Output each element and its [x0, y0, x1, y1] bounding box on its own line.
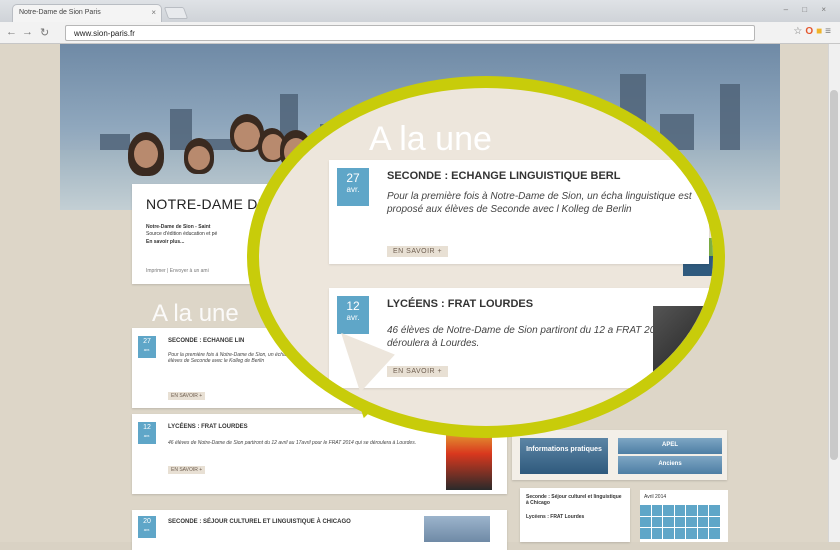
informations-pratiques-button[interactable]: Informations pratiques	[520, 438, 608, 474]
opera-icon[interactable]: O	[805, 26, 816, 37]
calendar-grid[interactable]	[640, 505, 720, 539]
side-news-item[interactable]: Lycéens : FRAT Lourdes	[526, 514, 624, 520]
print-share-links[interactable]: Imprimer | Envoyer à un ami	[146, 268, 209, 275]
news-more-button[interactable]: EN SAVOIR +	[168, 466, 206, 474]
news-title[interactable]: SECONDE : SÉJOUR CULTUREL ET LINGUISTIQU…	[168, 518, 408, 526]
lens-more-button[interactable]: EN SAVOIR +	[387, 246, 449, 257]
folder-icon[interactable]: ■	[816, 26, 825, 37]
lens-a-la-une-heading: A la une	[369, 120, 492, 158]
menu-icon[interactable]: ≡	[825, 26, 834, 37]
apel-button[interactable]: APEL	[618, 438, 722, 454]
news-date: 12 avr.	[138, 422, 156, 444]
anciens-button[interactable]: Anciens	[618, 456, 722, 474]
back-icon[interactable]: ←	[6, 26, 17, 38]
tab-bar: Notre-Dame de Sion Paris × – □ ×	[0, 0, 840, 22]
news-date: 27 avr.	[138, 336, 156, 358]
address-bar[interactable]: www.sion-paris.fr	[65, 25, 755, 41]
reload-icon[interactable]: ↻	[40, 26, 49, 39]
side-news-list: Seconde : Séjour culturel et linguistiqu…	[520, 488, 630, 542]
close-icon[interactable]: ×	[151, 8, 156, 17]
news-title[interactable]: LYCÉENS : FRAT LOURDES	[168, 424, 248, 430]
read-more-link[interactable]: En savoir plus...	[146, 239, 184, 246]
calendar-month: Avril 2014	[644, 494, 667, 500]
side-news-item[interactable]: Seconde : Séjour culturel et linguistiqu…	[526, 494, 624, 506]
scrollbar-thumb[interactable]	[830, 90, 838, 460]
intro-text-2: Source d'édition éducation et pé	[146, 231, 218, 237]
star-icon[interactable]: ☆	[793, 26, 805, 37]
magnifier-callout: A la une ⚲ 27avr. SECONDE : ECHANGE LING…	[247, 76, 725, 438]
intro-text: Notre-Dame de Sion - Saint	[146, 224, 211, 230]
lens-news-date: 27 avr.	[337, 168, 369, 206]
toolbar-icons: ☆O■≡	[793, 26, 834, 37]
url-text: www.sion-paris.fr	[74, 29, 135, 38]
browser-window: Notre-Dame de Sion Paris × – □ × ← → ↻ w…	[0, 0, 840, 550]
lens-news-title[interactable]: LYCÉENS : FRAT LOURDES	[387, 298, 533, 310]
news-date: 20 avr.	[138, 516, 156, 538]
new-tab-button[interactable]	[163, 7, 189, 19]
lens-news-title[interactable]: SECONDE : ECHANGE LINGUISTIQUE BERL	[387, 170, 620, 182]
news-text: 46 élèves de Notre-Dame de Sion partiron…	[168, 440, 417, 446]
forward-icon[interactable]: →	[22, 26, 33, 38]
news-title[interactable]: SECONDE : ECHANGE LIN	[168, 338, 244, 344]
page-title: NOTRE-DAME DE	[146, 196, 268, 212]
tab-title: Notre-Dame de Sion Paris	[19, 9, 101, 16]
browser-tab[interactable]: Notre-Dame de Sion Paris ×	[12, 4, 162, 22]
browser-toolbar: ← → ↻ www.sion-paris.fr ☆O■≡	[0, 22, 840, 44]
lens-news-date: 12 avr.	[337, 296, 369, 334]
lens-news-item: 27 avr. SECONDE : ECHANGE LINGUISTIQUE BE…	[329, 160, 709, 264]
lens-news-text: Pour la première fois à Notre-Dame de Si…	[387, 191, 692, 215]
lens-more-button[interactable]: EN SAVOIR +	[387, 366, 449, 377]
window-controls[interactable]: – □ ×	[784, 5, 832, 14]
chicago-image	[424, 516, 490, 542]
news-more-button[interactable]: EN SAVOIR +	[168, 392, 206, 400]
a-la-une-heading: A la une	[152, 300, 239, 327]
